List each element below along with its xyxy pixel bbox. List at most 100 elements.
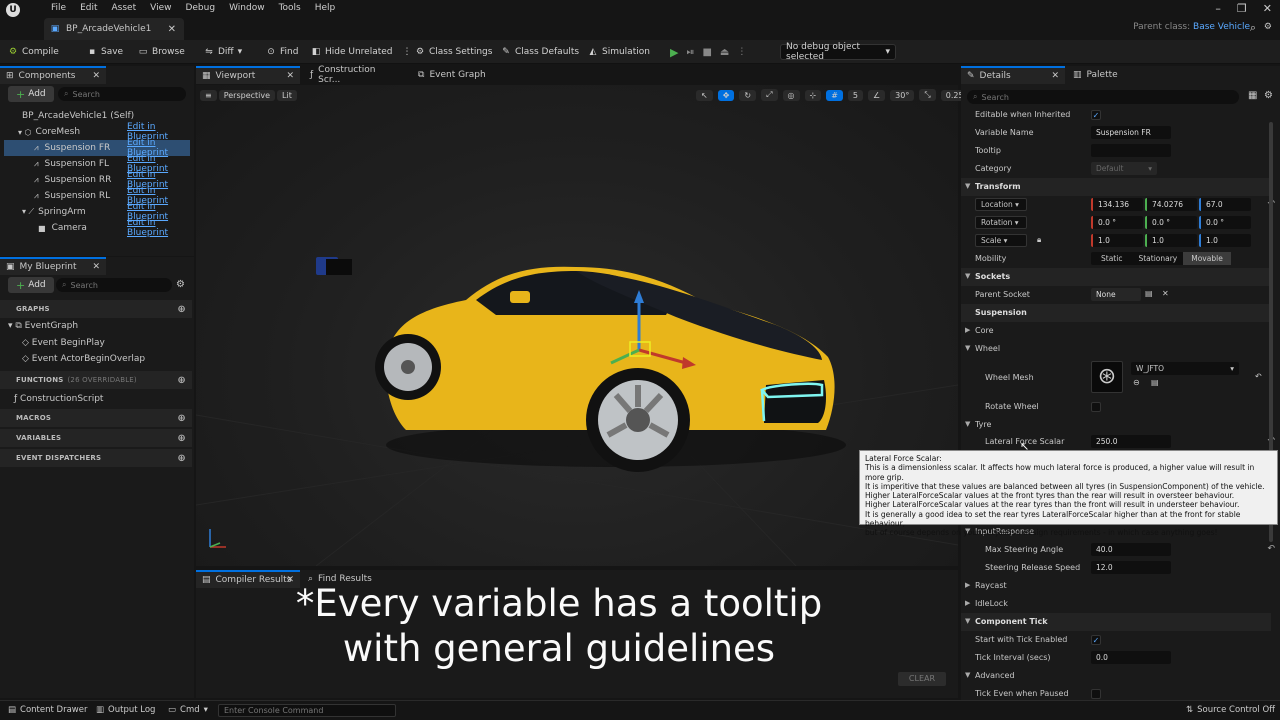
browse-socket-icon[interactable]: ▤ bbox=[1145, 289, 1153, 298]
row-advanced[interactable]: ▼ Advanced bbox=[961, 667, 1271, 685]
component-camera[interactable]: ■ Camera Edit in Blueprint bbox=[6, 218, 190, 238]
mobility-movable[interactable]: Movable bbox=[1183, 252, 1231, 265]
settings-icon[interactable]: ⚙ bbox=[1264, 90, 1273, 101]
row-raycast[interactable]: ▶ Raycast bbox=[961, 577, 1271, 595]
components-search[interactable]: ⌕ bbox=[58, 87, 186, 101]
blueprint-search[interactable]: ⌕ bbox=[56, 278, 172, 292]
add-function-icon[interactable]: ⊕ bbox=[177, 375, 186, 386]
find-button[interactable]: ⊙ Find bbox=[266, 44, 298, 60]
section-graphs[interactable]: GRAPHS ⊕ bbox=[0, 300, 192, 318]
minimize-icon[interactable]: – bbox=[1215, 2, 1221, 15]
close-window-icon[interactable]: ✕ bbox=[1263, 2, 1272, 15]
tab-viewport[interactable]: ▦ Viewport ✕ bbox=[196, 66, 300, 84]
section-transform[interactable]: ▼ Transform bbox=[961, 178, 1271, 196]
add-graph-icon[interactable]: ⊕ bbox=[177, 304, 186, 315]
car-model[interactable] bbox=[375, 266, 846, 472]
output-log-button[interactable]: ▥ Output Log bbox=[96, 705, 155, 715]
section-sockets[interactable]: ▼ Sockets bbox=[961, 268, 1271, 286]
row-core[interactable]: ▶ Core bbox=[961, 322, 1271, 340]
menu-window[interactable]: Window bbox=[222, 3, 272, 13]
mobility-static[interactable]: Static bbox=[1091, 252, 1132, 265]
section-variables[interactable]: VARIABLES ⊕ bbox=[0, 429, 192, 447]
rotation-dropdown[interactable]: Rotation ▾ bbox=[975, 216, 1027, 229]
scale-x-input[interactable]: 1.0 bbox=[1091, 234, 1143, 247]
clear-button[interactable]: CLEAR bbox=[898, 672, 946, 686]
menu-debug[interactable]: Debug bbox=[178, 3, 222, 13]
play-options-icon[interactable]: ⋮ bbox=[737, 47, 746, 57]
menu-view[interactable]: View bbox=[143, 3, 178, 13]
cmd-dropdown[interactable]: ▭ Cmd ▾ bbox=[168, 705, 208, 715]
unreal-logo-icon[interactable]: U bbox=[6, 3, 20, 17]
console-input-box[interactable] bbox=[218, 704, 396, 717]
components-search-input[interactable] bbox=[72, 89, 180, 99]
scale-dropdown[interactable]: Scale ▾ bbox=[975, 234, 1027, 247]
play-icon[interactable]: ▶ bbox=[670, 46, 678, 59]
tooltip-input[interactable] bbox=[1091, 144, 1171, 157]
angle-snap-value[interactable]: 30° bbox=[890, 89, 915, 101]
close-icon[interactable]: ✕ bbox=[1051, 71, 1059, 81]
add-macro-icon[interactable]: ⊕ bbox=[177, 413, 186, 424]
details-search-input[interactable] bbox=[981, 92, 1233, 102]
section-suspension[interactable]: Suspension bbox=[961, 304, 1271, 322]
rotate-tool-icon[interactable]: ↻ bbox=[739, 89, 757, 101]
scale-z-input[interactable]: 1.0 bbox=[1199, 234, 1251, 247]
editable-checkbox[interactable]: ✓ bbox=[1091, 110, 1101, 120]
rotation-x-input[interactable]: 0.0 ° bbox=[1091, 216, 1143, 229]
scale-tool-icon[interactable]: ⤢ bbox=[761, 89, 778, 101]
add-member-button[interactable]: + Add bbox=[8, 277, 54, 293]
simulation-button[interactable]: ◭ Simulation bbox=[588, 44, 650, 60]
class-settings-button[interactable]: ⚙ Class Settings bbox=[415, 44, 493, 60]
row-wheel[interactable]: ▼ Wheel bbox=[961, 340, 1271, 358]
reset-icon[interactable]: ↶ bbox=[1255, 372, 1262, 381]
source-control-button[interactable]: ⇅ Source Control Off bbox=[1186, 705, 1275, 715]
add-variable-icon[interactable]: ⊕ bbox=[177, 433, 186, 444]
scale-snap-icon[interactable]: ⤡ bbox=[919, 89, 936, 101]
browse-asset-icon[interactable]: ▤ bbox=[1151, 378, 1159, 387]
start-tick-checkbox[interactable]: ✓ bbox=[1091, 635, 1101, 645]
function-constructionscript[interactable]: ƒ ConstructionScript bbox=[14, 394, 103, 404]
details-search[interactable]: ⌕ bbox=[967, 90, 1239, 104]
close-icon[interactable]: ✕ bbox=[168, 24, 176, 35]
variable-name-input[interactable]: Suspension FR bbox=[1091, 126, 1171, 139]
lit-button[interactable]: Lit bbox=[277, 89, 297, 101]
tab-construction-script[interactable]: ƒ Construction Scr... bbox=[304, 65, 400, 85]
parent-socket-field[interactable]: None bbox=[1091, 288, 1141, 301]
row-tyre[interactable]: ▼ Tyre bbox=[961, 416, 1271, 434]
camera-gizmo-icon[interactable] bbox=[316, 257, 352, 275]
event-actorbeginoverlap[interactable]: ◇ Event ActorBeginOverlap bbox=[22, 354, 145, 364]
move-tool-icon[interactable]: ✥ bbox=[717, 89, 735, 101]
hamburger-icon[interactable]: ≡ bbox=[200, 89, 217, 101]
save-button[interactable]: ▪ Save bbox=[87, 44, 123, 60]
add-dispatcher-icon[interactable]: ⊕ bbox=[177, 453, 186, 464]
tick-paused-checkbox[interactable] bbox=[1091, 689, 1101, 699]
close-icon[interactable]: ✕ bbox=[286, 71, 294, 81]
select-tool-icon[interactable]: ↖ bbox=[696, 89, 713, 101]
world-space-icon[interactable]: ◎ bbox=[782, 89, 800, 101]
doc-tab-blueprint[interactable]: ▣ BP_ArcadeVehicle1 ✕ bbox=[44, 18, 184, 40]
console-input[interactable] bbox=[224, 706, 390, 715]
menu-file[interactable]: File bbox=[44, 3, 73, 13]
settings-icon[interactable]: ⚙ bbox=[176, 279, 185, 290]
section-event-dispatchers[interactable]: EVENT DISPATCHERS ⊕ bbox=[0, 449, 192, 467]
compile-button[interactable]: ⚙ Compile bbox=[8, 44, 59, 60]
more-icon[interactable]: ⋮ bbox=[403, 47, 412, 57]
grid-view-icon[interactable]: ▦ bbox=[1248, 90, 1257, 101]
eject-icon[interactable]: ⏏ bbox=[720, 47, 729, 58]
event-beginplay[interactable]: ◇ Event BeginPlay bbox=[22, 338, 105, 348]
scale-y-input[interactable]: 1.0 bbox=[1145, 234, 1197, 247]
grid-size-value[interactable]: 5 bbox=[847, 89, 863, 101]
rotate-wheel-checkbox[interactable] bbox=[1091, 402, 1101, 412]
tab-palette[interactable]: ▥ Palette bbox=[1067, 66, 1137, 84]
parent-class-link[interactable]: Base Vehicle bbox=[1193, 22, 1250, 32]
tick-interval-input[interactable]: 0.0 bbox=[1091, 651, 1171, 664]
surface-snap-icon[interactable]: ⊹ bbox=[804, 89, 822, 101]
edit-in-blueprint-link[interactable]: Edit in Blueprint bbox=[127, 218, 190, 238]
use-asset-icon[interactable]: ⊖ bbox=[1133, 378, 1140, 387]
restore-icon[interactable]: ❐ bbox=[1237, 2, 1247, 15]
lateral-force-input[interactable]: 250.0 bbox=[1091, 435, 1171, 448]
browse-button[interactable]: ▭ Browse bbox=[138, 44, 185, 60]
rotation-z-input[interactable]: 0.0 ° bbox=[1199, 216, 1251, 229]
hide-unrelated-button[interactable]: ◧ Hide Unrelated ⋮ bbox=[311, 44, 412, 60]
lock-icon[interactable]: 🔒︎ bbox=[1037, 235, 1041, 245]
reset-icon[interactable]: ↶ bbox=[1267, 544, 1275, 554]
